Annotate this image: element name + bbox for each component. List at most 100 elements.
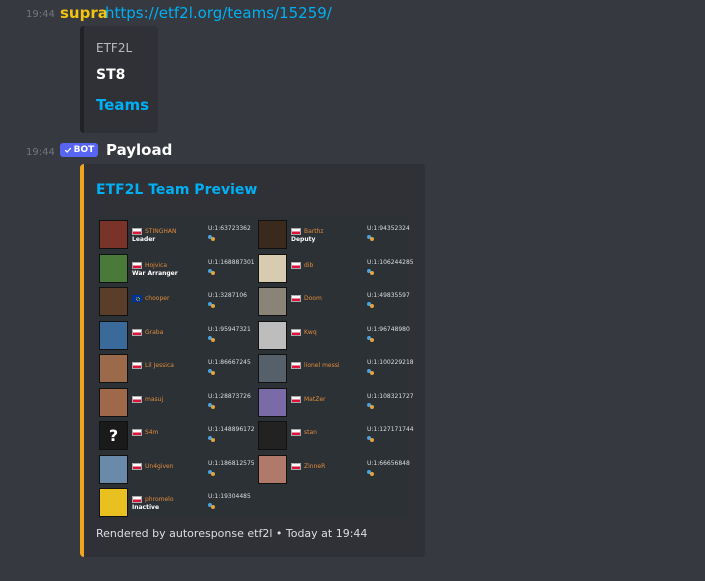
player-avatar: ? — [99, 421, 128, 450]
player-name: ZinneR — [304, 462, 326, 470]
player-entry: chooper U:1:3287106 — [97, 285, 250, 317]
poland-flag-icon — [291, 228, 301, 235]
poland-flag-icon — [291, 328, 301, 336]
player-avatar — [99, 220, 128, 249]
player-entry: ZinneR U:1:66656848 — [256, 453, 410, 485]
poland-flag-icon — [291, 429, 301, 436]
player-name: stan — [304, 429, 317, 436]
class-icon — [367, 369, 374, 375]
player-entry: stan U:1:127171744 — [256, 419, 414, 451]
eu-flag-icon — [132, 295, 142, 302]
message-link[interactable]: https://etf2l.org/teams/15259/ — [105, 4, 332, 22]
class-icon — [367, 469, 374, 476]
poland-flag-icon — [132, 328, 142, 336]
poland-flag-icon — [132, 429, 142, 436]
class-icon — [208, 402, 215, 409]
poland-flag-icon — [132, 228, 142, 235]
poland-flag-icon — [132, 395, 142, 403]
player-entry: STINGHAN Leader U:1:63723362 — [97, 218, 251, 250]
class-icon — [208, 436, 215, 442]
player-steam-id: U:1:3287106 — [208, 292, 247, 299]
player-steam-id: U:1:28873726 — [208, 392, 251, 400]
player-role: Leader — [132, 236, 156, 243]
player-entry: lionel messi U:1:100229218 — [256, 352, 414, 384]
class-icon — [367, 268, 374, 275]
player-entry: masuj U:1:28873726 — [97, 386, 251, 418]
player-avatar — [258, 421, 287, 450]
player-role: War Arranger — [132, 269, 178, 277]
bot-badge: BOT — [60, 143, 98, 157]
class-icon — [208, 369, 215, 375]
embed-footer: Rendered by autoresponse etf2l • Today a… — [96, 527, 368, 540]
poland-flag-icon — [291, 462, 301, 470]
player-entry: Lil Jessica U:1:86667245 — [97, 352, 251, 384]
class-icon — [208, 235, 215, 241]
player-steam-id: U:1:19304485 — [208, 493, 251, 500]
player-avatar — [258, 387, 287, 417]
player-entry: Hojvica War Arranger U:1:168887301 — [97, 252, 255, 284]
player-steam-id: U:1:148896172 — [208, 426, 255, 433]
player-name: lionel messi — [304, 362, 340, 369]
player-name: STINGHAN — [145, 228, 177, 235]
player-steam-id: U:1:94352324 — [367, 225, 410, 232]
player-entry: ? S4m U:1:148896172 — [97, 419, 255, 451]
poland-flag-icon — [291, 395, 301, 403]
embed-provider: ETF2L — [96, 41, 133, 55]
player-name: Un4given — [145, 462, 174, 470]
poland-flag-icon — [291, 295, 301, 302]
player-steam-id: U:1:63723362 — [208, 225, 251, 232]
class-icon — [208, 302, 215, 308]
poland-flag-icon — [132, 261, 142, 269]
poland-flag-icon — [132, 496, 142, 503]
player-entry: Kwq U:1:96748980 — [256, 319, 410, 351]
bot-badge-label: BOT — [73, 145, 95, 155]
player-entry: phromelo Inactive U:1:19304485 — [97, 486, 251, 518]
embed-title-link[interactable]: ETF2L Team Preview — [96, 182, 257, 198]
player-avatar — [99, 253, 128, 283]
player-avatar — [99, 287, 128, 316]
embed-title-link[interactable]: Teams — [96, 96, 149, 114]
message-author[interactable]: supra — [60, 4, 108, 22]
player-name: phromelo — [145, 496, 174, 503]
player-steam-id: U:1:168887301 — [208, 258, 255, 266]
player-avatar — [99, 454, 128, 484]
player-steam-id: U:1:66656848 — [367, 459, 410, 467]
team-roster-image[interactable]: STINGHAN Leader U:1:63723362 Barthz Deputy U:… — [96, 217, 414, 518]
message-timestamp: 19:44 — [26, 147, 55, 158]
class-icon — [367, 302, 374, 308]
embed-author: ST8 — [96, 67, 126, 83]
player-steam-id: U:1:186812575 — [208, 459, 255, 467]
player-steam-id: U:1:100229218 — [367, 359, 414, 366]
class-icon — [367, 436, 374, 442]
poland-flag-icon — [132, 362, 142, 369]
player-avatar — [99, 320, 128, 350]
player-steam-id: U:1:95947321 — [208, 325, 251, 333]
verified-check-icon — [64, 147, 71, 153]
player-role: Inactive — [132, 504, 160, 511]
player-avatar — [258, 320, 287, 350]
player-name: chooper — [145, 295, 170, 302]
player-steam-id: U:1:96748980 — [367, 325, 410, 333]
player-entry: Graba U:1:95947321 — [97, 319, 251, 351]
player-entry: Un4given U:1:186812575 — [97, 453, 255, 485]
player-name: dib — [304, 261, 314, 269]
player-steam-id: U:1:108321727 — [367, 392, 414, 400]
player-entry: dib U:1:106244285 — [256, 252, 414, 284]
player-name: Lil Jessica — [145, 362, 174, 369]
poland-flag-icon — [291, 362, 301, 369]
player-entry: Doom U:1:49835597 — [256, 285, 410, 317]
player-avatar — [258, 454, 287, 484]
bot-author[interactable]: Payload — [106, 141, 172, 159]
player-steam-id: U:1:127171744 — [367, 426, 414, 433]
player-name: MatZer — [304, 395, 326, 403]
player-name: Barthz — [304, 228, 324, 235]
player-name: Graba — [145, 328, 164, 336]
player-role: Deputy — [291, 236, 316, 243]
player-name: Doom — [304, 295, 322, 302]
player-name: masuj — [145, 395, 164, 403]
player-steam-id: U:1:106244285 — [367, 258, 414, 266]
class-icon — [208, 268, 215, 275]
class-icon — [367, 402, 374, 409]
class-icon — [367, 335, 374, 342]
player-steam-id: U:1:49835597 — [367, 292, 410, 299]
